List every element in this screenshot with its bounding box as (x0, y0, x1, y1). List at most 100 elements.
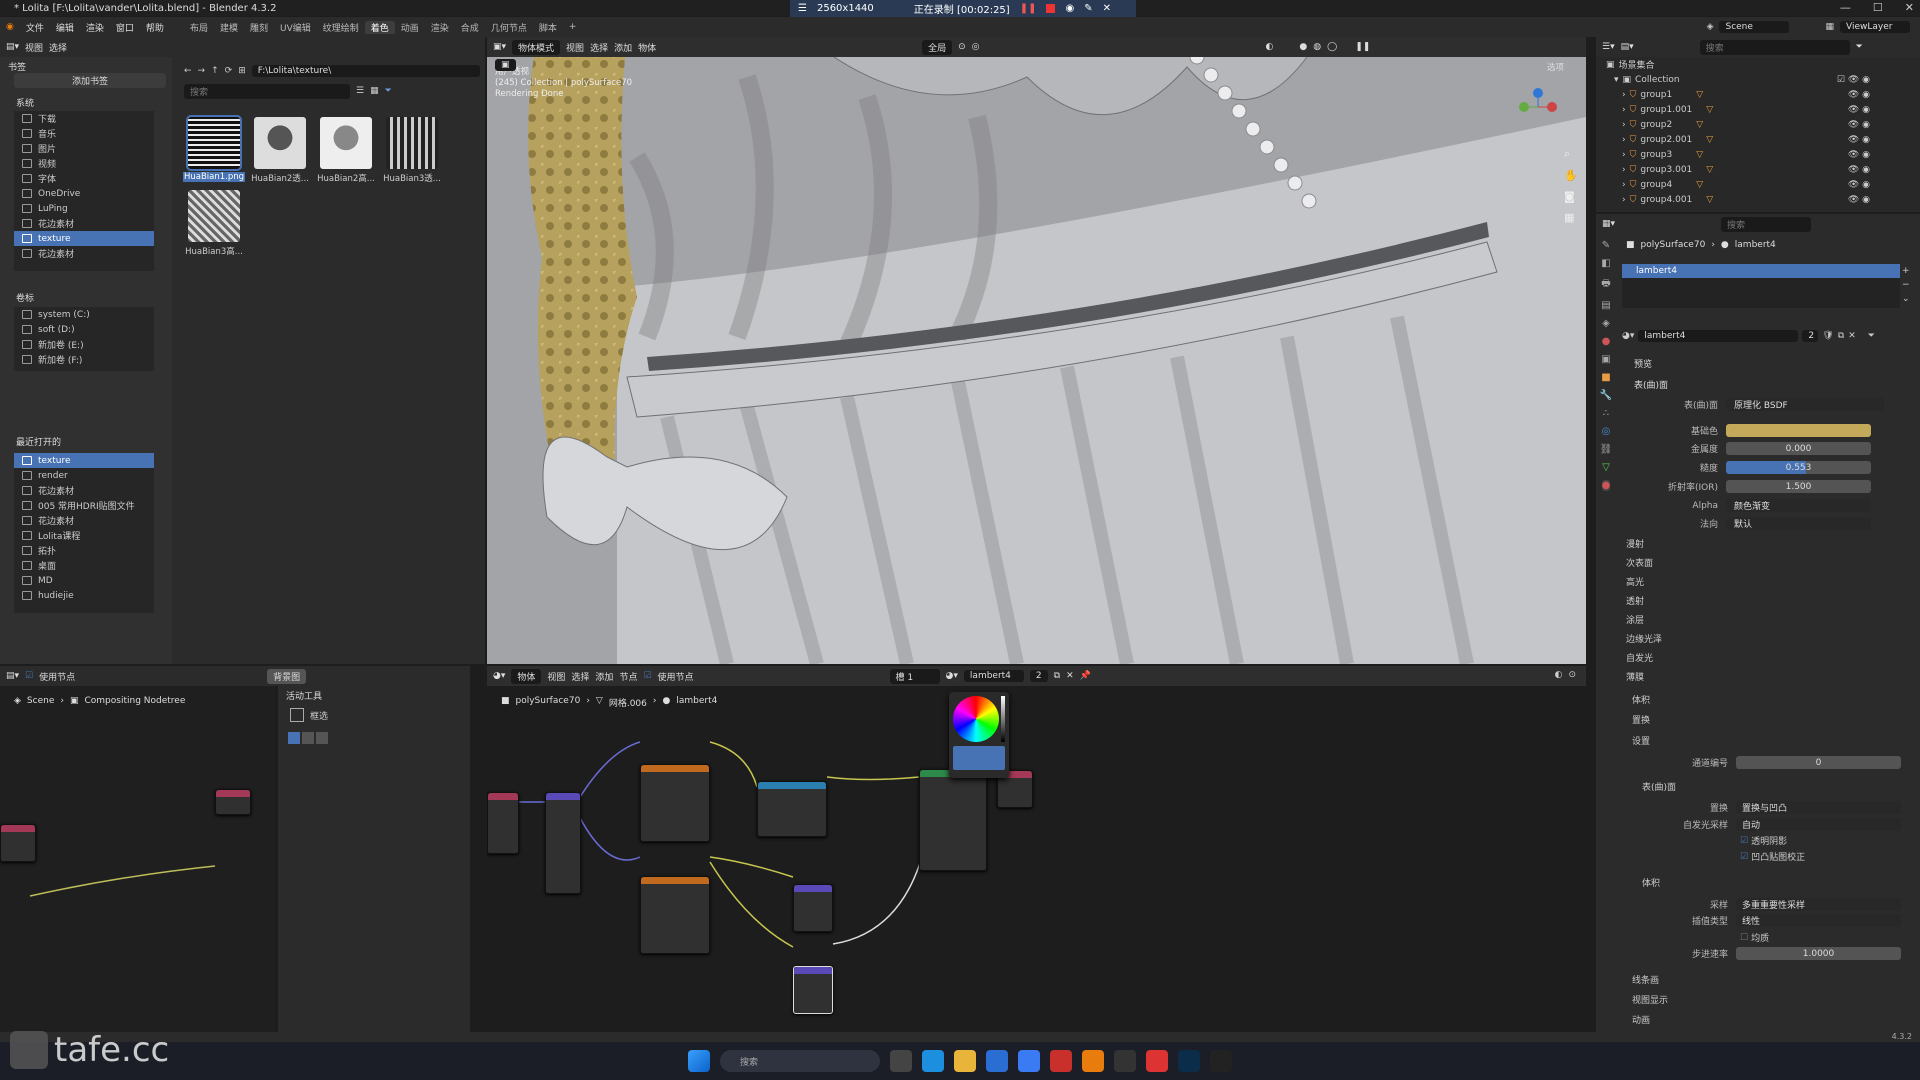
interpolation-select[interactable]: 线性 (1736, 914, 1901, 927)
box-select-icon[interactable] (290, 708, 304, 722)
emission-sampling-select[interactable]: 自动 (1736, 818, 1901, 831)
outliner-item[interactable]: › ⛉ group3.001 ▽ 👁 ◉ (1622, 162, 1892, 177)
outliner-item[interactable]: › ⛉ group2 ▽ 👁 ◉ (1622, 117, 1892, 132)
menu-add[interactable]: 添加 (614, 41, 632, 54)
active-tool-title[interactable]: 活动工具 (278, 686, 470, 705)
system-item-luping[interactable]: LuPing (14, 201, 154, 216)
recent-item[interactable]: texture (14, 453, 154, 468)
scene-collection-row[interactable]: ▣ 场景集合 (1606, 57, 1876, 72)
shading-render-icon[interactable]: ◯ (1327, 42, 1337, 52)
menu-node[interactable]: 节点 (619, 670, 637, 683)
unlink-icon[interactable]: ✕ (1066, 671, 1074, 681)
grid-view-icon[interactable]: ▦ (370, 86, 379, 96)
chevron-right-icon[interactable]: › (1622, 135, 1626, 145)
principled-bsdf-node[interactable] (919, 769, 987, 871)
subsection-diffuse[interactable]: 漫射 (1626, 537, 1644, 550)
menu-view[interactable]: 视图 (25, 41, 43, 54)
image-texture-node-2[interactable] (640, 876, 710, 954)
filter-icon[interactable]: ⏷ (385, 86, 392, 96)
3d-viewport[interactable]: ▣▾ 物体模式 视图 选择 添加 物体 全局 ⊙ ◎ ◐ ● ◍ ◯ ❚❚ 用户… (487, 37, 1586, 664)
photoshop-icon[interactable] (1178, 1050, 1200, 1072)
menu-icon[interactable]: ☰ (798, 3, 807, 14)
settings-volume-section[interactable]: 体积 (1642, 876, 1660, 889)
select-subtract-icon[interactable] (316, 732, 328, 744)
system-item-fonts[interactable]: 字体 (14, 171, 154, 186)
tab-geometry-nodes[interactable]: 几何节点 (485, 21, 533, 34)
outliner-item[interactable]: › ⛉ group1.001 ▽ 👁 ◉ (1622, 102, 1892, 117)
editor-type-icon[interactable]: ▦▾ (1602, 219, 1615, 229)
close-window-icon[interactable]: ✕ (1905, 1, 1914, 14)
modifier-tab-icon[interactable]: 🔧 (1600, 390, 1612, 401)
recent-item[interactable]: hudiejie (14, 588, 154, 603)
visibility-icon[interactable]: 👁 ◉ (1848, 195, 1870, 205)
recent-item[interactable]: 花边素材 (14, 483, 154, 498)
chevron-right-icon[interactable]: › (1622, 150, 1626, 160)
viewlayer-field[interactable]: ViewLayer (1840, 21, 1910, 33)
windows-start-icon[interactable] (688, 1050, 710, 1072)
mode-select[interactable]: 物体模式 (512, 39, 561, 55)
pause-render-icon[interactable]: ❚❚ (1355, 42, 1370, 52)
filter-icon[interactable]: ⏷ (1868, 331, 1875, 341)
back-icon[interactable]: ← (184, 66, 192, 76)
transform-orientation[interactable]: 全局 (922, 39, 953, 55)
particles-tab-icon[interactable]: ∴ (1603, 408, 1609, 419)
select-new-icon[interactable] (288, 732, 300, 744)
minimize-icon[interactable]: — (1840, 1, 1851, 14)
visibility-icon[interactable]: 👁 ◉ (1848, 165, 1870, 175)
chevron-right-icon[interactable]: › (1622, 90, 1626, 100)
system-title[interactable]: 系统 (8, 93, 42, 112)
overlay-icon[interactable]: ◐ (1555, 670, 1563, 680)
roughness-field[interactable]: 0.553 (1726, 461, 1871, 474)
pass-index-field[interactable]: 0 (1736, 756, 1901, 769)
object-tab-icon[interactable]: ■ (1601, 372, 1610, 383)
system-item-pictures[interactable]: 图片 (14, 141, 154, 156)
render-layers-node[interactable] (0, 824, 36, 862)
animation-section[interactable]: 动画 (1632, 1013, 1650, 1026)
file-item[interactable]: HuaBian2高... (315, 117, 377, 184)
homogeneous-checkbox[interactable]: ☐ (1740, 933, 1748, 943)
data-tab-icon[interactable]: ▽ (1602, 462, 1610, 473)
normal-field[interactable]: 默认 (1726, 517, 1871, 530)
recent-item[interactable]: 拓扑 (14, 543, 154, 558)
fake-user-icon[interactable]: 🛡 (1822, 331, 1833, 341)
system-item-music[interactable]: 音乐 (14, 126, 154, 141)
outliner-item[interactable]: › ⛉ group3 ▽ 👁 ◉ (1622, 147, 1892, 162)
material-field[interactable]: lambert4 (963, 670, 1024, 682)
system-item-downloads[interactable]: 下载 (14, 111, 154, 126)
add-slot-icon[interactable]: + (1902, 266, 1910, 276)
settings-section[interactable]: 设置 (1632, 734, 1650, 747)
chevron-right-icon[interactable]: › (1622, 165, 1626, 175)
tab-uv-editing[interactable]: UV编辑 (274, 21, 317, 34)
transparent-shadow-checkbox[interactable]: ☑ (1740, 836, 1748, 846)
recent-item[interactable]: render (14, 468, 154, 483)
tab-shading[interactable]: 着色 (364, 20, 395, 34)
new-folder-icon[interactable]: ⊞ (238, 66, 246, 76)
editor-type-icon[interactable]: ▤▾ (6, 671, 19, 681)
menu-object[interactable]: 物体 (638, 41, 656, 54)
edge-browser-icon[interactable] (922, 1050, 944, 1072)
visibility-icon[interactable]: 👁 ◉ (1848, 180, 1870, 190)
surface-shader-field[interactable]: 原理化 BSDF (1726, 398, 1884, 411)
tool-tab-icon[interactable]: ✎ (1602, 240, 1610, 251)
system-item-lace2[interactable]: 花边素材 (14, 246, 154, 261)
scene-tab-icon[interactable]: ◈ (1602, 318, 1610, 329)
visibility-icon[interactable]: 👁 ◉ (1848, 150, 1870, 160)
duplicate-icon[interactable]: ⧉ (1054, 671, 1060, 681)
editor-type-icon[interactable]: ☰▾ (1602, 42, 1615, 52)
color-wheel-popup[interactable] (949, 692, 1009, 778)
base-color-swatch[interactable] (1726, 424, 1871, 437)
zoom-icon[interactable]: ⌕ (1564, 147, 1578, 161)
viewport-display-section[interactable]: 视图显示 (1632, 993, 1668, 1006)
remove-slot-icon[interactable]: − (1902, 280, 1910, 290)
taskbar-search[interactable]: 搜索 (720, 1050, 880, 1072)
menu-view[interactable]: 视图 (547, 670, 565, 683)
material-name-field[interactable]: lambert4 (1638, 330, 1799, 342)
displacement-method-select[interactable]: 置换与凹凸 (1736, 801, 1901, 814)
tab-sculpting[interactable]: 雕刻 (244, 21, 274, 34)
output-tab-icon[interactable]: 🖶 (1601, 276, 1610, 293)
use-nodes-checkbox[interactable]: ☑ (643, 671, 651, 681)
ior-field[interactable]: 1.500 (1726, 480, 1871, 493)
file-explorer-icon[interactable] (954, 1050, 976, 1072)
displacement-section[interactable]: 置换 (1632, 713, 1650, 726)
slot-select[interactable]: 槽 1 (889, 668, 940, 684)
